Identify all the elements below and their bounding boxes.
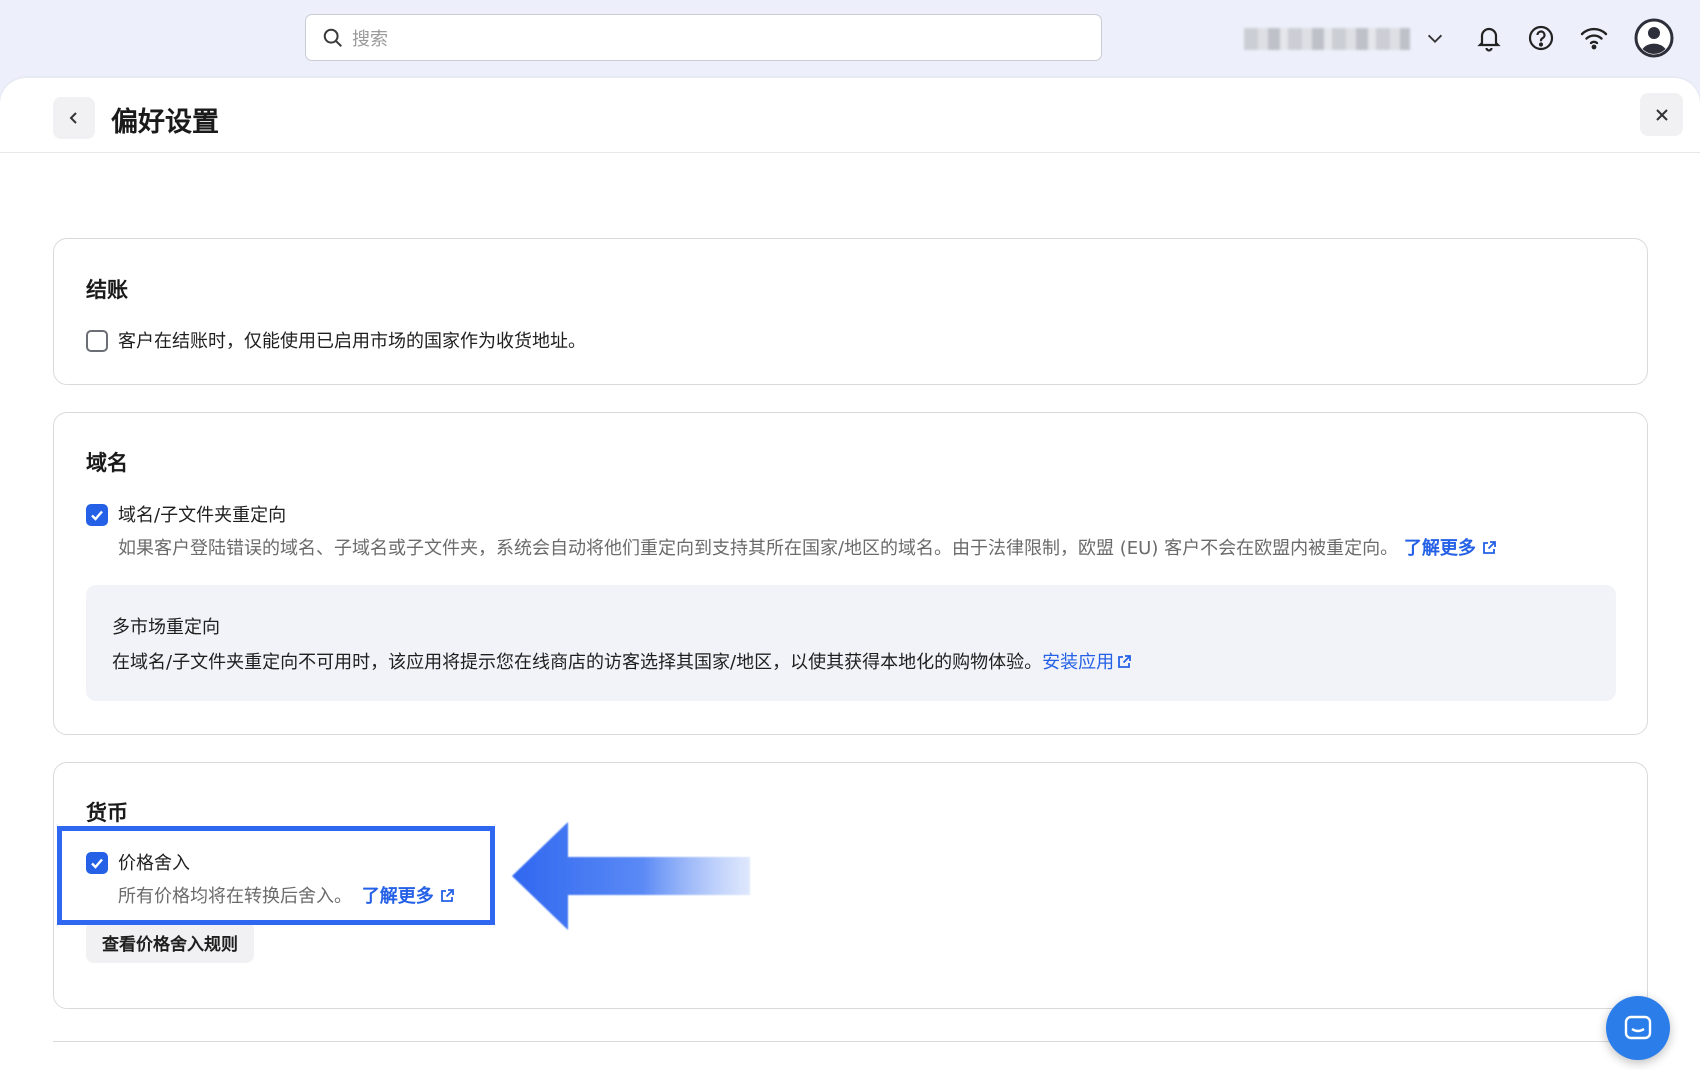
domain-redirect-description: 如果客户登陆错误的域名、子域名或子文件夹，系统会自动将他们重定向到支持其所在国家… [118, 534, 1497, 560]
domain-redirect-checkbox[interactable] [86, 504, 108, 526]
close-icon [1655, 108, 1668, 121]
account-name-blurred[interactable] [1244, 24, 1410, 54]
multi-market-title: 多市场重定向 [112, 617, 220, 638]
external-link-icon [1118, 655, 1132, 668]
multi-market-redirect-box: 多市场重定向 在域名/子文件夹重定向不可用时，该应用将提示您在线商店的访客选择其… [86, 585, 1616, 701]
currency-title: 货币 [86, 801, 128, 825]
view-rounding-rules-button[interactable]: 查看价格舍入规则 [86, 921, 254, 963]
back-button[interactable] [53, 97, 95, 139]
multi-market-description: 在域名/子文件夹重定向不可用时，该应用将提示您在线商店的访客选择其国家/地区，以… [112, 648, 1132, 674]
panel-header [0, 78, 1700, 153]
help-icon[interactable] [1525, 22, 1557, 54]
arrow-left-icon [512, 822, 750, 930]
highlight-box [57, 826, 495, 925]
close-button[interactable] [1640, 93, 1683, 136]
page-title: 偏好设置 [111, 107, 219, 138]
check-icon [91, 510, 103, 521]
domain-learn-more-link[interactable]: 了解更多 [1404, 538, 1497, 559]
domain-learn-more-text: 了解更多 [1403, 538, 1476, 559]
multi-market-description-text: 在域名/子文件夹重定向不可用时，该应用将提示您在线商店的访客选择其国家/地区，以… [112, 652, 1043, 673]
install-app-text: 安装应用 [1042, 652, 1115, 673]
checkout-checkbox[interactable] [86, 330, 108, 352]
wifi-icon[interactable] [1578, 22, 1610, 54]
chevron-down-icon[interactable] [1424, 28, 1446, 50]
avatar-icon[interactable] [1634, 18, 1674, 58]
install-app-link[interactable]: 安装应用 [1042, 652, 1132, 673]
domain-redirect-label: 域名/子文件夹重定向 [118, 505, 287, 526]
checkout-title: 结账 [86, 278, 128, 302]
domain-description-text: 如果客户登陆错误的域名、子域名或子文件夹，系统会自动将他们重定向到支持其所在国家… [118, 538, 1399, 559]
external-link-icon [1482, 541, 1496, 554]
top-bar: 搜索 [0, 0, 1700, 78]
search-icon [323, 28, 342, 47]
chat-button[interactable] [1606, 996, 1670, 1060]
domain-title: 域名 [86, 451, 128, 475]
chat-icon [1624, 1015, 1652, 1040]
bell-icon[interactable] [1473, 22, 1505, 54]
checkout-option-label: 客户在结账时，仅能使用已启用市场的国家作为收货地址。 [118, 331, 586, 352]
domain-card: 域名 域名/子文件夹重定向 如果客户登陆错误的域名、子域名或子文件夹，系统会自动… [53, 412, 1648, 735]
checkout-card: 结账 客户在结账时，仅能使用已启用市场的国家作为收货地址。 [53, 238, 1648, 385]
bottom-divider [53, 1041, 1648, 1042]
search-placeholder: 搜索 [352, 28, 388, 50]
chevron-left-icon [69, 112, 77, 124]
search-bar[interactable]: 搜索 [305, 14, 1102, 61]
